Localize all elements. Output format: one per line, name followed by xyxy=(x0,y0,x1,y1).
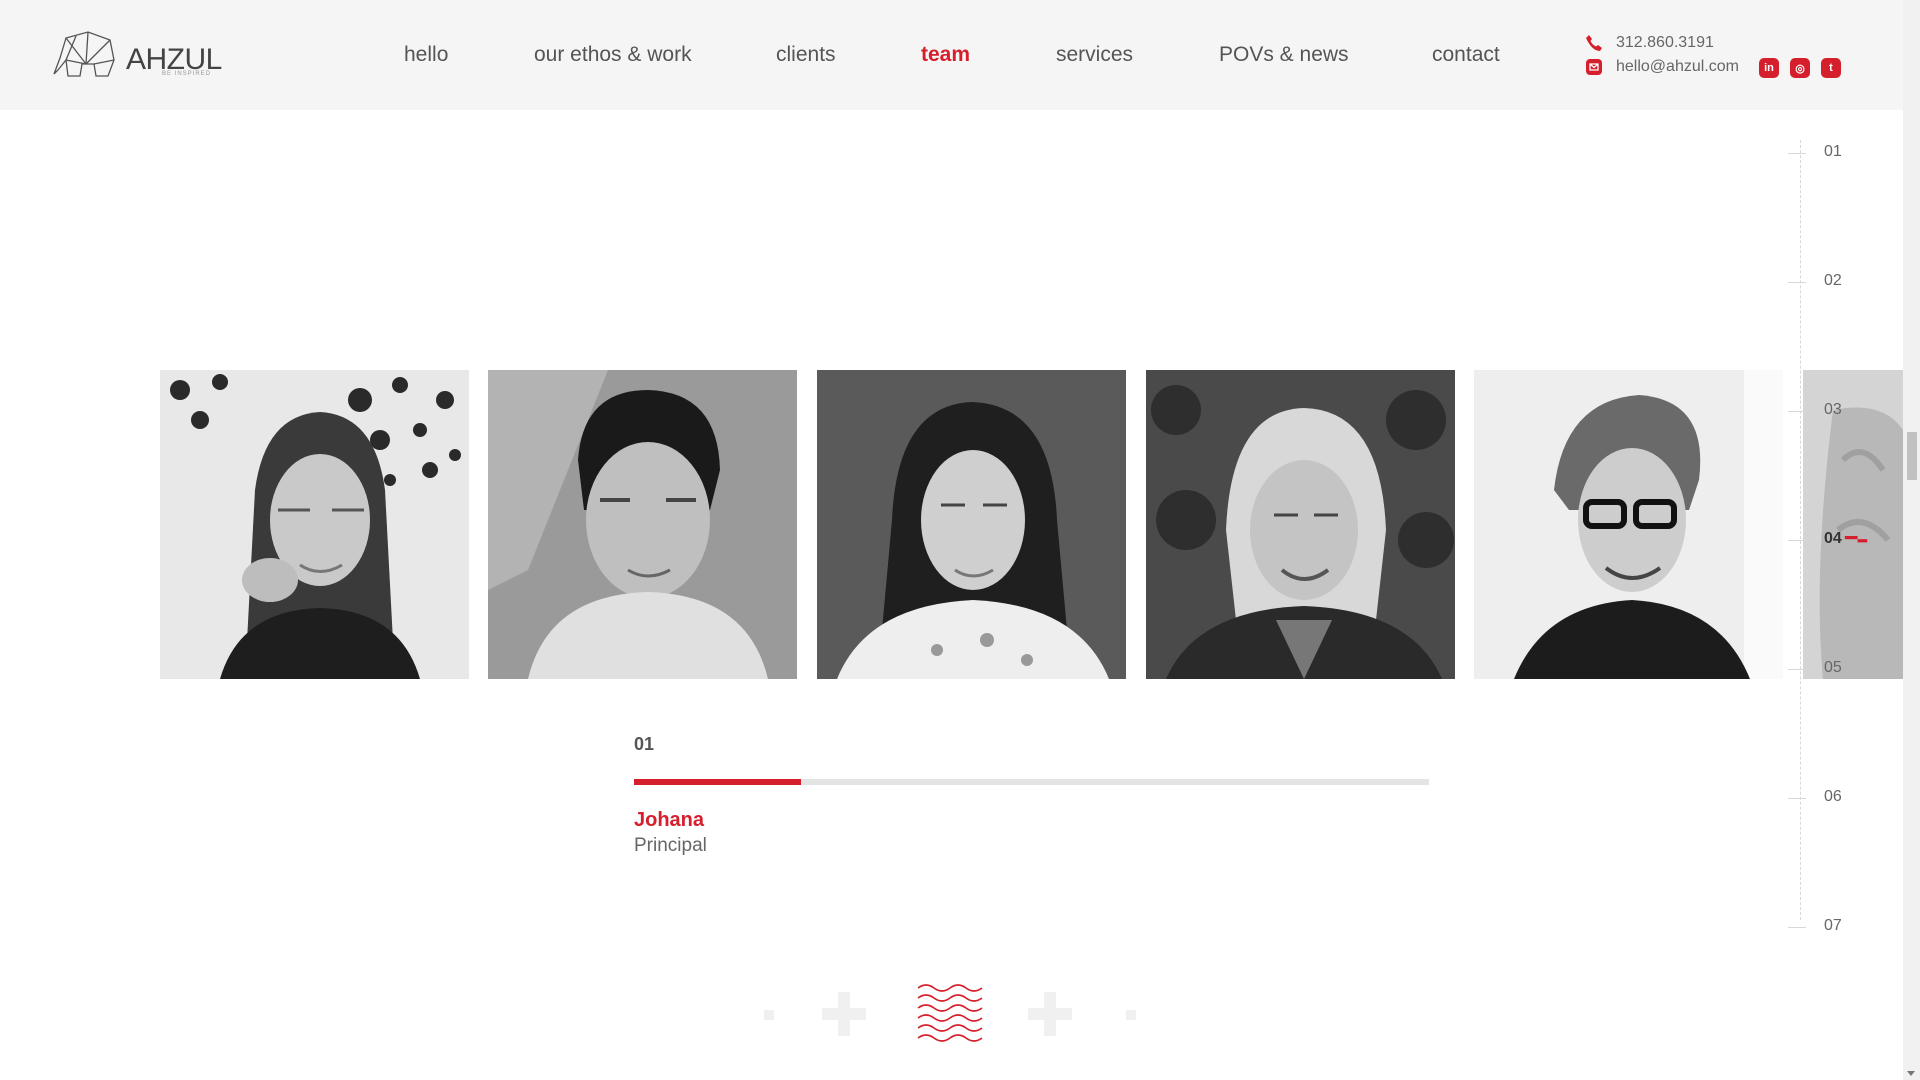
member-role: Principal xyxy=(634,835,707,856)
social-links: in ◎ t xyxy=(1759,58,1841,78)
nav-ethos-work[interactable]: our ethos & work xyxy=(534,43,692,67)
scroll-down-arrow-icon[interactable] xyxy=(1907,1071,1915,1076)
timeline-label-06[interactable]: 06 xyxy=(1824,788,1842,806)
email-link[interactable]: hello@ahzul.com xyxy=(1584,56,1739,78)
team-photo-3[interactable] xyxy=(817,370,1126,679)
twitter-icon[interactable]: t xyxy=(1821,58,1841,78)
decorative-waves-icon xyxy=(764,984,1136,1042)
timeline-tick xyxy=(1788,540,1806,541)
team-photo-1[interactable] xyxy=(160,370,469,679)
linkedin-icon[interactable]: in xyxy=(1759,58,1779,78)
ahzul-logo[interactable]: AHZUL BE INSPIRED xyxy=(52,30,222,82)
email-icon xyxy=(1584,57,1604,77)
team-photo-2[interactable] xyxy=(488,370,797,679)
timeline-tick xyxy=(1788,798,1806,799)
phone-number: 312.860.3191 xyxy=(1616,34,1714,51)
timeline-tick xyxy=(1788,153,1806,154)
timeline-tick xyxy=(1788,411,1806,412)
timeline-tick xyxy=(1788,282,1806,283)
member-index: 01 xyxy=(634,734,655,754)
brand-tagline: BE INSPIRED xyxy=(162,71,212,77)
email-address: hello@ahzul.com xyxy=(1616,58,1739,75)
team-member-indicator: 01 Johana Principal xyxy=(634,734,1429,856)
timeline-tick xyxy=(1788,669,1806,670)
timeline-label-05[interactable]: 05 xyxy=(1824,659,1842,677)
team-photo-4[interactable] xyxy=(1146,370,1455,679)
nav-povs-news[interactable]: POVs & news xyxy=(1219,43,1349,67)
phone-icon xyxy=(1584,33,1604,53)
timeline-label-04[interactable]: 04 xyxy=(1824,530,1842,548)
scrollbar-thumb[interactable] xyxy=(1907,432,1917,480)
nav-clients[interactable]: clients xyxy=(776,43,836,67)
elephant-logo-icon xyxy=(53,31,115,77)
timeline-tick xyxy=(1788,927,1806,928)
timeline-label-03[interactable]: 03 xyxy=(1824,401,1842,419)
nav-contact[interactable]: contact xyxy=(1432,43,1500,67)
timeline-label-01[interactable]: 01 xyxy=(1824,143,1842,161)
timeline-line xyxy=(1800,140,1801,920)
progress-bar[interactable] xyxy=(634,779,1429,785)
phone-link[interactable]: 312.860.3191 xyxy=(1584,32,1714,54)
timeline-label-07[interactable]: 07 xyxy=(1824,917,1842,935)
team-gallery xyxy=(0,370,1903,679)
instagram-icon[interactable]: ◎ xyxy=(1790,58,1810,78)
member-name: Johana xyxy=(634,809,705,831)
timeline-label-02[interactable]: 02 xyxy=(1824,272,1842,290)
site-header: AHZUL BE INSPIRED hello our ethos & work… xyxy=(0,0,1903,110)
timeline-current-marker xyxy=(1844,536,1868,543)
nav-services[interactable]: services xyxy=(1056,43,1133,67)
nav-team[interactable]: team xyxy=(921,43,970,67)
team-photo-5[interactable] xyxy=(1474,370,1783,679)
nav-hello[interactable]: hello xyxy=(404,43,448,67)
page-scrollbar[interactable] xyxy=(1903,0,1920,1080)
section-timeline: 01 02 03 04 05 06 07 xyxy=(1780,140,1880,940)
progress-fill xyxy=(634,779,801,785)
